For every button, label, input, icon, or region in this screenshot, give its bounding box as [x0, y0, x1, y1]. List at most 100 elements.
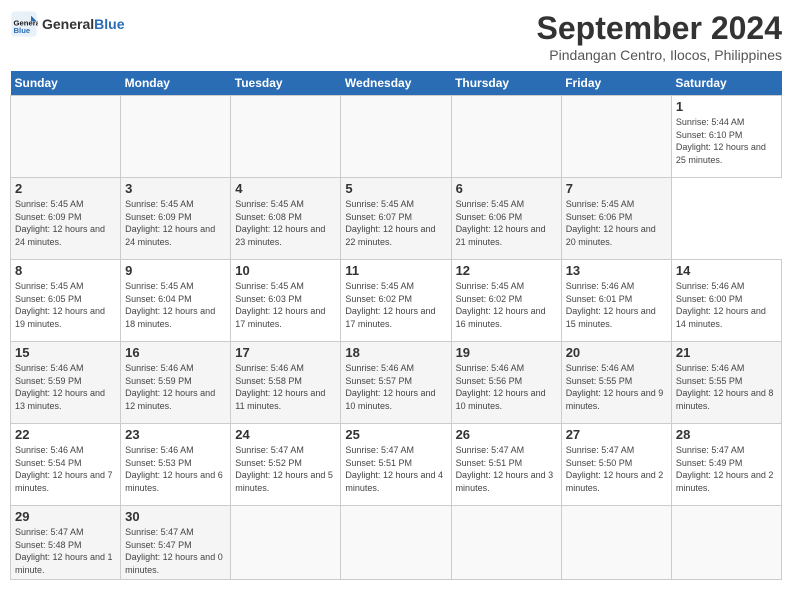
day-cell-25: 25 Sunrise: 5:47 AMSunset: 5:51 PMDayligh…: [341, 424, 451, 506]
day-info: Sunrise: 5:45 AMSunset: 6:06 PMDaylight:…: [566, 198, 667, 248]
svg-text:Blue: Blue: [14, 26, 31, 35]
logo: General Blue GeneralBlue: [10, 10, 124, 38]
day-info: Sunrise: 5:47 AMSunset: 5:48 PMDaylight:…: [15, 526, 116, 576]
day-info: Sunrise: 5:45 AMSunset: 6:02 PMDaylight:…: [345, 280, 446, 330]
day-cell-30: 30Sunrise: 5:47 AMSunset: 5:47 PMDayligh…: [121, 506, 231, 580]
day-info: Sunrise: 5:46 AMSunset: 6:00 PMDaylight:…: [676, 280, 777, 330]
day-number: 25: [345, 427, 446, 442]
location-subtitle: Pindangan Centro, Ilocos, Philippines: [537, 47, 782, 63]
day-number: 5: [345, 181, 446, 196]
day-cell-10: 10 Sunrise: 5:45 AMSunset: 6:03 PMDayligh…: [231, 260, 341, 342]
day-cell-11: 11 Sunrise: 5:45 AMSunset: 6:02 PMDayligh…: [341, 260, 451, 342]
day-info: Sunrise: 5:45 AMSunset: 6:05 PMDaylight:…: [15, 280, 116, 330]
day-cell-8: 8 Sunrise: 5:45 AMSunset: 6:05 PMDaylight…: [11, 260, 121, 342]
day-number: 19: [456, 345, 557, 360]
day-number: 28: [676, 427, 777, 442]
day-cell-12: 12Sunrise: 5:45 AMSunset: 6:02 PMDayligh…: [451, 260, 561, 342]
day-info: Sunrise: 5:46 AMSunset: 5:55 PMDaylight:…: [566, 362, 667, 412]
header-monday: Monday: [121, 71, 231, 96]
day-cell-5: 5 Sunrise: 5:45 AMSunset: 6:07 PMDaylight…: [341, 178, 451, 260]
day-number: 27: [566, 427, 667, 442]
header-wednesday: Wednesday: [341, 71, 451, 96]
day-info: Sunrise: 5:45 AMSunset: 6:03 PMDaylight:…: [235, 280, 336, 330]
day-info: Sunrise: 5:46 AMSunset: 5:54 PMDaylight:…: [15, 444, 116, 494]
day-info: Sunrise: 5:47 AMSunset: 5:52 PMDaylight:…: [235, 444, 336, 494]
header-saturday: Saturday: [671, 71, 781, 96]
empty-cell: [451, 96, 561, 178]
day-cell-14: 14 Sunrise: 5:46 AMSunset: 6:00 PMDayligh…: [671, 260, 781, 342]
day-number: 17: [235, 345, 336, 360]
day-cell-16: 16 Sunrise: 5:46 AMSunset: 5:59 PMDayligh…: [121, 342, 231, 424]
day-number: 29: [15, 509, 116, 524]
day-cell-28: 28 Sunrise: 5:47 AMSunset: 5:49 PMDayligh…: [671, 424, 781, 506]
empty-cell: [451, 506, 561, 580]
day-cell-3: 3Sunrise: 5:45 AMSunset: 6:09 PMDaylight…: [121, 178, 231, 260]
day-cell-27: 27 Sunrise: 5:47 AMSunset: 5:50 PMDayligh…: [561, 424, 671, 506]
day-cell-15: 15 Sunrise: 5:46 AMSunset: 5:59 PMDayligh…: [11, 342, 121, 424]
day-info: Sunrise: 5:46 AMSunset: 6:01 PMDaylight:…: [566, 280, 667, 330]
day-number: 11: [345, 263, 446, 278]
day-info: Sunrise: 5:45 AMSunset: 6:08 PMDaylight:…: [235, 198, 336, 248]
day-number: 3: [125, 181, 226, 196]
day-number: 30: [125, 509, 226, 524]
day-info: Sunrise: 5:45 AMSunset: 6:02 PMDaylight:…: [456, 280, 557, 330]
day-info: Sunrise: 5:45 AMSunset: 6:06 PMDaylight:…: [456, 198, 557, 248]
day-cell-18: 18 Sunrise: 5:46 AMSunset: 5:57 PMDayligh…: [341, 342, 451, 424]
calendar-table: SundayMondayTuesdayWednesdayThursdayFrid…: [10, 71, 782, 580]
day-number: 10: [235, 263, 336, 278]
day-info: Sunrise: 5:44 AMSunset: 6:10 PMDaylight:…: [676, 116, 777, 166]
day-number: 21: [676, 345, 777, 360]
empty-cell: [121, 96, 231, 178]
empty-cell: [561, 506, 671, 580]
calendar-header-row: SundayMondayTuesdayWednesdayThursdayFrid…: [11, 71, 782, 96]
day-cell-2: 2Sunrise: 5:45 AMSunset: 6:09 PMDaylight…: [11, 178, 121, 260]
day-cell-20: 20 Sunrise: 5:46 AMSunset: 5:55 PMDayligh…: [561, 342, 671, 424]
empty-cell: [231, 96, 341, 178]
empty-cell: [561, 96, 671, 178]
day-cell-4: 4Sunrise: 5:45 AMSunset: 6:08 PMDaylight…: [231, 178, 341, 260]
title-section: September 2024 Pindangan Centro, Ilocos,…: [537, 10, 782, 63]
day-info: Sunrise: 5:47 AMSunset: 5:51 PMDaylight:…: [456, 444, 557, 494]
day-info: Sunrise: 5:46 AMSunset: 5:59 PMDaylight:…: [15, 362, 116, 412]
day-cell-22: 22 Sunrise: 5:46 AMSunset: 5:54 PMDayligh…: [11, 424, 121, 506]
day-cell-29: 29 Sunrise: 5:47 AMSunset: 5:48 PMDayligh…: [11, 506, 121, 580]
day-number: 15: [15, 345, 116, 360]
day-number: 23: [125, 427, 226, 442]
day-number: 6: [456, 181, 557, 196]
day-number: 14: [676, 263, 777, 278]
day-info: Sunrise: 5:47 AMSunset: 5:49 PMDaylight:…: [676, 444, 777, 494]
empty-cell: [341, 506, 451, 580]
day-number: 22: [15, 427, 116, 442]
day-number: 9: [125, 263, 226, 278]
empty-cell: [671, 506, 781, 580]
day-cell-7: 7 Sunrise: 5:45 AMSunset: 6:06 PMDaylight…: [561, 178, 671, 260]
day-cell-9: 9Sunrise: 5:45 AMSunset: 6:04 PMDaylight…: [121, 260, 231, 342]
day-info: Sunrise: 5:46 AMSunset: 5:53 PMDaylight:…: [125, 444, 226, 494]
day-cell-23: 23 Sunrise: 5:46 AMSunset: 5:53 PMDayligh…: [121, 424, 231, 506]
page-header: General Blue GeneralBlue September 2024 …: [10, 10, 782, 63]
empty-cell: [341, 96, 451, 178]
empty-cell: [11, 96, 121, 178]
day-info: Sunrise: 5:47 AMSunset: 5:51 PMDaylight:…: [345, 444, 446, 494]
day-info: Sunrise: 5:46 AMSunset: 5:59 PMDaylight:…: [125, 362, 226, 412]
day-cell-19: 19Sunrise: 5:46 AMSunset: 5:56 PMDayligh…: [451, 342, 561, 424]
day-number: 16: [125, 345, 226, 360]
day-number: 2: [15, 181, 116, 196]
day-info: Sunrise: 5:46 AMSunset: 5:57 PMDaylight:…: [345, 362, 446, 412]
day-info: Sunrise: 5:45 AMSunset: 6:07 PMDaylight:…: [345, 198, 446, 248]
day-info: Sunrise: 5:47 AMSunset: 5:50 PMDaylight:…: [566, 444, 667, 494]
logo-icon: General Blue: [10, 10, 38, 38]
header-friday: Friday: [561, 71, 671, 96]
day-number: 18: [345, 345, 446, 360]
day-cell-21: 21 Sunrise: 5:46 AMSunset: 5:55 PMDayligh…: [671, 342, 781, 424]
day-number: 7: [566, 181, 667, 196]
day-number: 20: [566, 345, 667, 360]
day-info: Sunrise: 5:46 AMSunset: 5:55 PMDaylight:…: [676, 362, 777, 412]
month-year-title: September 2024: [537, 10, 782, 47]
day-cell-1: 1Sunrise: 5:44 AMSunset: 6:10 PMDaylight…: [671, 96, 781, 178]
day-cell-24: 24Sunrise: 5:47 AMSunset: 5:52 PMDayligh…: [231, 424, 341, 506]
day-cell-26: 26Sunrise: 5:47 AMSunset: 5:51 PMDayligh…: [451, 424, 561, 506]
day-number: 8: [15, 263, 116, 278]
day-cell-17: 17Sunrise: 5:46 AMSunset: 5:58 PMDayligh…: [231, 342, 341, 424]
header-thursday: Thursday: [451, 71, 561, 96]
